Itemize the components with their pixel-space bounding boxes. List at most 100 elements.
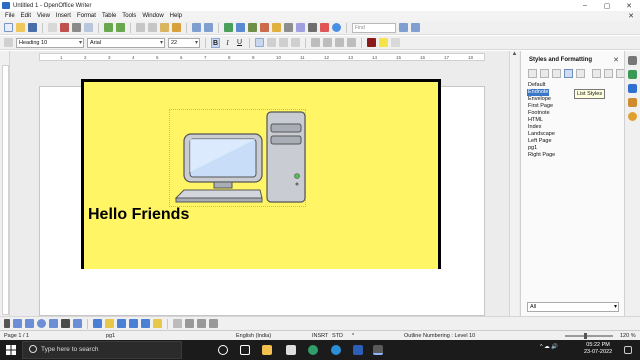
flowchart-icon[interactable] <box>129 319 138 328</box>
menu-format[interactable]: Format <box>74 13 99 19</box>
help-icon[interactable] <box>332 23 341 32</box>
menu-file[interactable]: File <box>2 13 18 19</box>
style-item[interactable]: HTML <box>527 117 619 124</box>
word-icon[interactable] <box>353 345 363 355</box>
maximize-button[interactable]: ▢ <box>596 2 618 10</box>
italic-button[interactable]: I <box>223 38 232 48</box>
numbering-icon[interactable] <box>311 38 320 47</box>
hello-heading[interactable]: Hello Friends <box>88 206 189 224</box>
style-item[interactable]: First Page <box>527 103 619 110</box>
align-right-icon[interactable] <box>279 38 288 47</box>
redo-icon[interactable] <box>204 23 213 32</box>
minimize-button[interactable]: – <box>574 2 596 9</box>
basic-shapes-icon[interactable] <box>93 319 102 328</box>
gallery-icon[interactable] <box>308 23 317 32</box>
style-item[interactable]: Envelope <box>527 96 619 103</box>
chart-icon[interactable] <box>260 23 269 32</box>
taskbar-search-input[interactable]: Type here to search <box>41 346 98 353</box>
zoom-slider-handle[interactable] <box>584 333 587 339</box>
style-filter-select[interactable]: All <box>527 302 619 312</box>
undo-icon[interactable] <box>192 23 201 32</box>
increase-indent-icon[interactable] <box>347 38 356 47</box>
properties-icon[interactable] <box>628 70 637 79</box>
ellipse-icon[interactable] <box>37 319 46 328</box>
zoom-level[interactable]: 120 % <box>620 333 636 339</box>
justify-icon[interactable] <box>291 38 300 47</box>
autospellcheck-icon[interactable] <box>116 23 125 32</box>
find-next-icon[interactable] <box>411 23 420 32</box>
insert-mode[interactable]: INSRT <box>312 333 328 339</box>
store-icon[interactable] <box>286 345 296 355</box>
character-styles-icon[interactable] <box>540 69 549 78</box>
windows-start-icon[interactable] <box>6 345 16 355</box>
notifications-icon[interactable] <box>624 346 632 354</box>
open-folder-icon[interactable] <box>16 23 25 32</box>
paste-icon[interactable] <box>160 23 169 32</box>
openoffice-taskbar-icon[interactable] <box>373 345 383 355</box>
export-pdf-icon[interactable] <box>60 23 69 32</box>
vertical-ruler[interactable] <box>2 65 9 315</box>
callouts-icon[interactable] <box>73 319 82 328</box>
bold-button[interactable]: B <box>211 37 220 48</box>
paragraph-styles-icon[interactable] <box>528 69 537 78</box>
styles-icon[interactable] <box>4 38 13 47</box>
stars-icon[interactable] <box>153 319 162 328</box>
hyperlink-icon[interactable] <box>224 23 233 32</box>
paragraph-style-select[interactable]: Heading 10 <box>16 37 84 48</box>
new-document-icon[interactable] <box>4 23 13 32</box>
image-icon[interactable] <box>248 23 257 32</box>
copy-icon[interactable] <box>148 23 157 32</box>
language-indicator[interactable]: English (India) <box>236 333 271 339</box>
task-view-icon[interactable] <box>240 345 250 355</box>
underline-button[interactable]: U <box>235 38 244 48</box>
style-item[interactable]: pg1 <box>527 145 619 152</box>
edit-file-icon[interactable] <box>48 23 57 32</box>
close-icon[interactable]: ✕ <box>613 56 619 64</box>
find-replace-icon[interactable] <box>284 23 293 32</box>
menu-table[interactable]: Table <box>99 13 119 19</box>
text-icon[interactable] <box>61 319 70 328</box>
align-left-icon[interactable] <box>255 38 264 47</box>
fill-format-icon[interactable] <box>592 69 601 78</box>
decrease-indent-icon[interactable] <box>335 38 344 47</box>
save-icon[interactable] <box>28 23 37 32</box>
yellow-frame[interactable]: Hello Friends <box>81 79 441 269</box>
background-color-icon[interactable] <box>391 38 400 47</box>
close-window-button[interactable]: ✕ <box>618 2 640 10</box>
spellcheck-icon[interactable] <box>104 23 113 32</box>
bullets-icon[interactable] <box>323 38 332 47</box>
file-explorer-icon[interactable] <box>262 345 272 355</box>
system-tray[interactable]: ^ ☁ 🔊 <box>540 344 558 350</box>
fontwork-icon[interactable] <box>185 319 194 328</box>
computer-image[interactable] <box>169 109 306 207</box>
navigator-deck-icon[interactable] <box>628 112 637 121</box>
style-item[interactable]: Right Page <box>527 152 619 159</box>
cortana-icon[interactable] <box>218 345 228 355</box>
frame-styles-icon[interactable] <box>552 69 561 78</box>
show-draw-functions-icon[interactable] <box>272 23 281 32</box>
highlighting-icon[interactable] <box>379 38 388 47</box>
styles-deck-icon[interactable] <box>628 84 637 93</box>
rectangle-icon[interactable] <box>25 319 34 328</box>
new-style-icon[interactable] <box>604 69 613 78</box>
list-styles-icon[interactable] <box>576 69 585 78</box>
print-icon[interactable] <box>72 23 81 32</box>
menu-window[interactable]: Window <box>139 13 166 19</box>
chrome-icon[interactable] <box>308 345 318 355</box>
align-center-icon[interactable] <box>267 38 276 47</box>
scroll-up-icon[interactable]: ▲ <box>510 51 519 57</box>
style-item[interactable]: Index <box>527 124 619 131</box>
menu-insert[interactable]: Insert <box>53 13 74 19</box>
vertical-scrollbar[interactable]: ▲ <box>509 51 519 316</box>
page-style[interactable]: pg1 <box>106 333 115 339</box>
edge-icon[interactable] <box>331 345 341 355</box>
table-icon[interactable] <box>236 23 245 32</box>
font-color-icon[interactable] <box>367 38 376 47</box>
selection-mode[interactable]: STD <box>332 333 343 339</box>
menu-view[interactable]: View <box>34 13 53 19</box>
menu-help[interactable]: Help <box>167 13 185 19</box>
menu-tools[interactable]: Tools <box>119 13 139 19</box>
clone-formatting-icon[interactable] <box>172 23 181 32</box>
style-item[interactable]: Landscape <box>527 131 619 138</box>
menu-edit[interactable]: Edit <box>18 13 34 19</box>
